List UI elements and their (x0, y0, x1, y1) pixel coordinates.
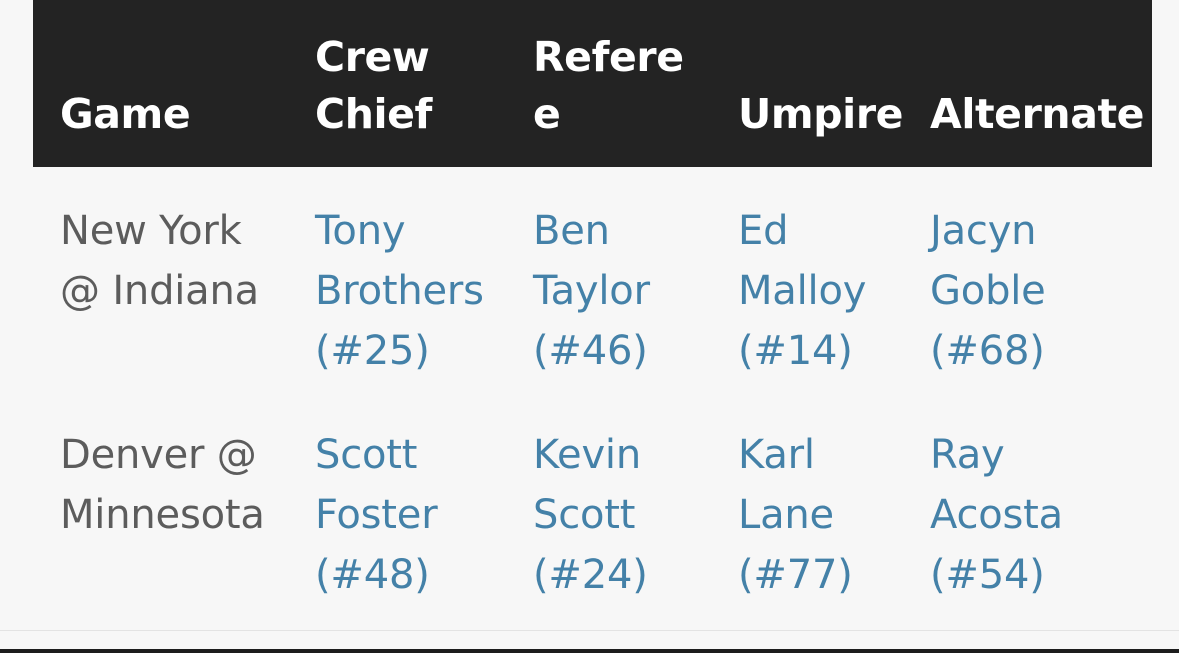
official-link-referee[interactable]: Kevin Scott (#24) (533, 432, 648, 598)
table-row: Denver @ Minnesota Scott Foster (#48) Ke… (33, 425, 1152, 605)
official-link-umpire[interactable]: Karl Lane (#77) (738, 432, 853, 598)
official-link-crew-chief[interactable]: Tony Brothers (#25) (315, 208, 484, 374)
column-header-umpire[interactable]: Umpire (711, 0, 908, 167)
official-link-alternate[interactable]: Ray Acosta (#54) (930, 432, 1063, 598)
cell-game: New York @ Indiana (60, 208, 259, 314)
cell-referee: Kevin Scott (#24) (508, 425, 711, 605)
row-spacer-cell (33, 381, 288, 425)
row-spacer (33, 381, 1152, 425)
bottom-divider (0, 630, 1179, 631)
official-link-umpire[interactable]: Ed Malloy (#14) (738, 208, 866, 374)
row-spacer-cell (711, 381, 908, 425)
official-link-crew-chief[interactable]: Scott Foster (#48) (315, 432, 438, 598)
column-header-crew-chief[interactable]: Crew Chief (288, 0, 508, 167)
table-header: Game Crew Chief Referee Umpire Alternate (33, 0, 1152, 167)
bottom-edge-bar (0, 649, 1179, 653)
row-spacer-cell (908, 381, 1152, 425)
column-header-referee[interactable]: Referee (508, 0, 711, 167)
officials-assignment-table: Game Crew Chief Referee Umpire Alternate… (33, 0, 1152, 605)
row-spacer-cell (288, 381, 508, 425)
cell-alternate: Ray Acosta (#54) (908, 425, 1152, 605)
cell-umpire: Ed Malloy (#14) (711, 167, 908, 381)
table-row: New York @ Indiana Tony Brothers (#25) B… (33, 167, 1152, 381)
cell-alternate: Jacyn Goble (#68) (908, 167, 1152, 381)
official-link-referee[interactable]: Ben Taylor (#46) (533, 208, 650, 374)
cell-umpire: Karl Lane (#77) (711, 425, 908, 605)
official-link-alternate[interactable]: Jacyn Goble (#68) (930, 208, 1046, 374)
table-header-row: Game Crew Chief Referee Umpire Alternate (33, 0, 1152, 167)
row-spacer-cell (508, 381, 711, 425)
table-body: New York @ Indiana Tony Brothers (#25) B… (33, 167, 1152, 605)
column-header-game[interactable]: Game (33, 0, 288, 167)
cell-game: Denver @ Minnesota (60, 432, 265, 538)
column-header-alternate[interactable]: Alternate (908, 0, 1152, 167)
cell-crew-chief: Tony Brothers (#25) (288, 167, 508, 381)
cell-referee: Ben Taylor (#46) (508, 167, 711, 381)
cell-crew-chief: Scott Foster (#48) (288, 425, 508, 605)
